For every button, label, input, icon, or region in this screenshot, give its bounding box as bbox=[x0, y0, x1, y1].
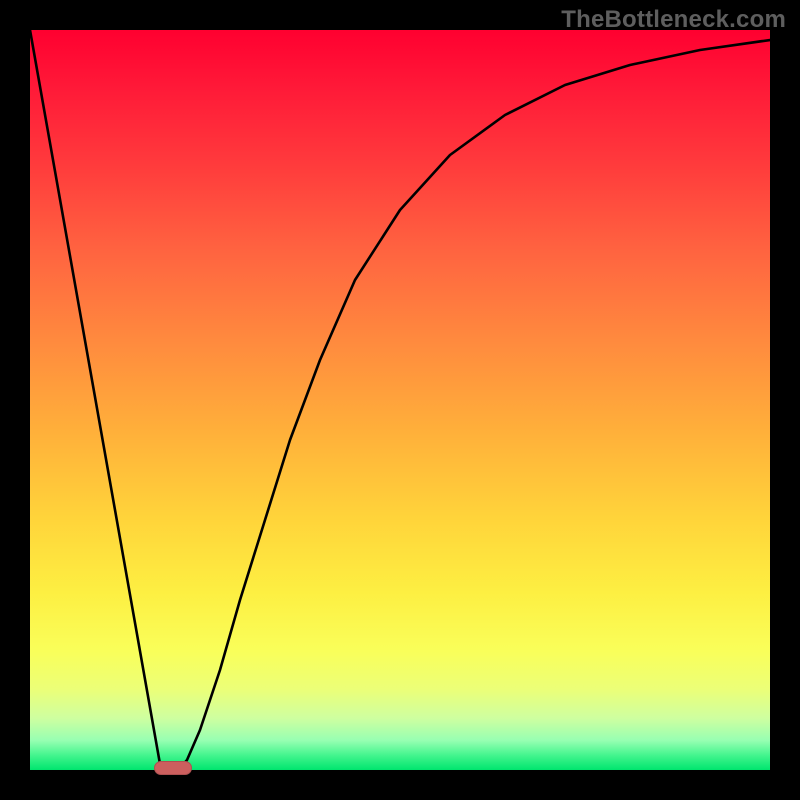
chart-frame: TheBottleneck.com bbox=[0, 0, 800, 800]
watermark-text: TheBottleneck.com bbox=[561, 6, 786, 34]
bottleneck-curve bbox=[30, 30, 770, 770]
minimum-marker bbox=[154, 761, 192, 775]
curve-svg bbox=[30, 30, 770, 770]
plot-area bbox=[30, 30, 770, 770]
